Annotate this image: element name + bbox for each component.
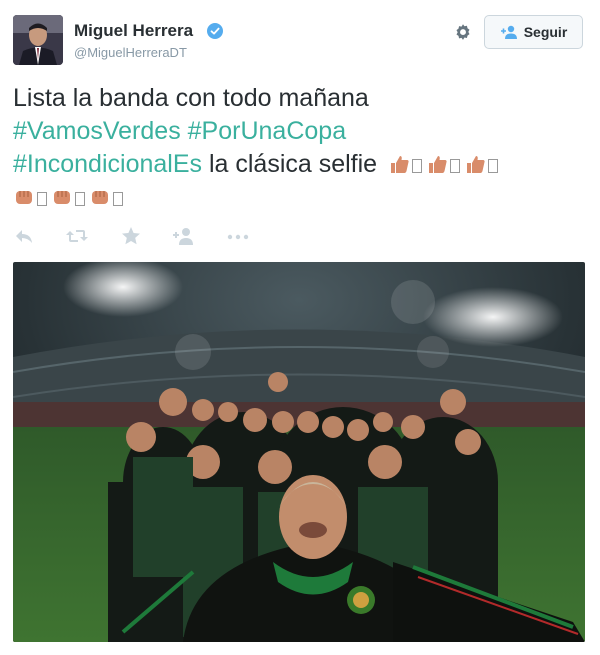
fist-emoji-icon — [54, 191, 70, 204]
tweet-header: Miguel Herrera @MiguelHerreraDT Seguir — [13, 13, 588, 65]
verified-badge-icon — [207, 23, 223, 39]
star-icon[interactable] — [120, 225, 142, 247]
add-user-icon — [500, 25, 517, 39]
missing-glyph-box — [113, 192, 123, 206]
tweet-text: Lista la banda con todo mañana #VamosVer… — [13, 82, 588, 214]
follow-button[interactable]: Seguir — [484, 15, 583, 49]
retweet-icon[interactable] — [65, 225, 89, 247]
hashtag-link[interactable]: #VamosVerdes — [13, 117, 181, 145]
tweet-actions — [13, 225, 313, 249]
tweet-line-4 — [13, 181, 588, 214]
missing-glyph-box — [37, 192, 47, 206]
tweet-line-1: Lista la banda con todo mañana — [13, 84, 369, 112]
user-handle[interactable]: @MiguelHerreraDT — [74, 45, 187, 60]
thumbs-up-emoji-icon — [391, 156, 409, 173]
tweet-text-rest: la clásica selfie — [202, 150, 378, 178]
tweet-photo[interactable] — [13, 262, 585, 642]
hashtag-link[interactable]: #IncondicionalEs — [13, 150, 202, 178]
user-name[interactable]: Miguel Herrera — [74, 21, 193, 41]
missing-glyph-box — [412, 159, 423, 173]
missing-glyph-box — [488, 159, 499, 173]
reply-icon[interactable] — [13, 225, 35, 247]
hashtag-link[interactable]: #PorUnaCopa — [188, 117, 346, 145]
avatar[interactable] — [13, 15, 63, 65]
missing-glyph-box — [450, 159, 461, 173]
more-icon[interactable] — [225, 225, 251, 247]
team-selfie-photo — [13, 262, 585, 642]
add-user-icon[interactable] — [171, 225, 195, 247]
fist-emoji-icon — [16, 191, 32, 204]
thumbs-up-emoji-icon — [467, 156, 485, 173]
missing-glyph-box — [75, 192, 85, 206]
gear-icon[interactable] — [452, 22, 474, 44]
follow-button-label: Seguir — [523, 24, 568, 40]
thumbs-up-emoji-icon — [429, 156, 447, 173]
tweet-line-3: #IncondicionalEs la clásica selfie — [13, 148, 588, 181]
fist-emoji-icon — [92, 191, 108, 204]
tweet-line-2: #VamosVerdes #PorUnaCopa — [13, 115, 588, 148]
